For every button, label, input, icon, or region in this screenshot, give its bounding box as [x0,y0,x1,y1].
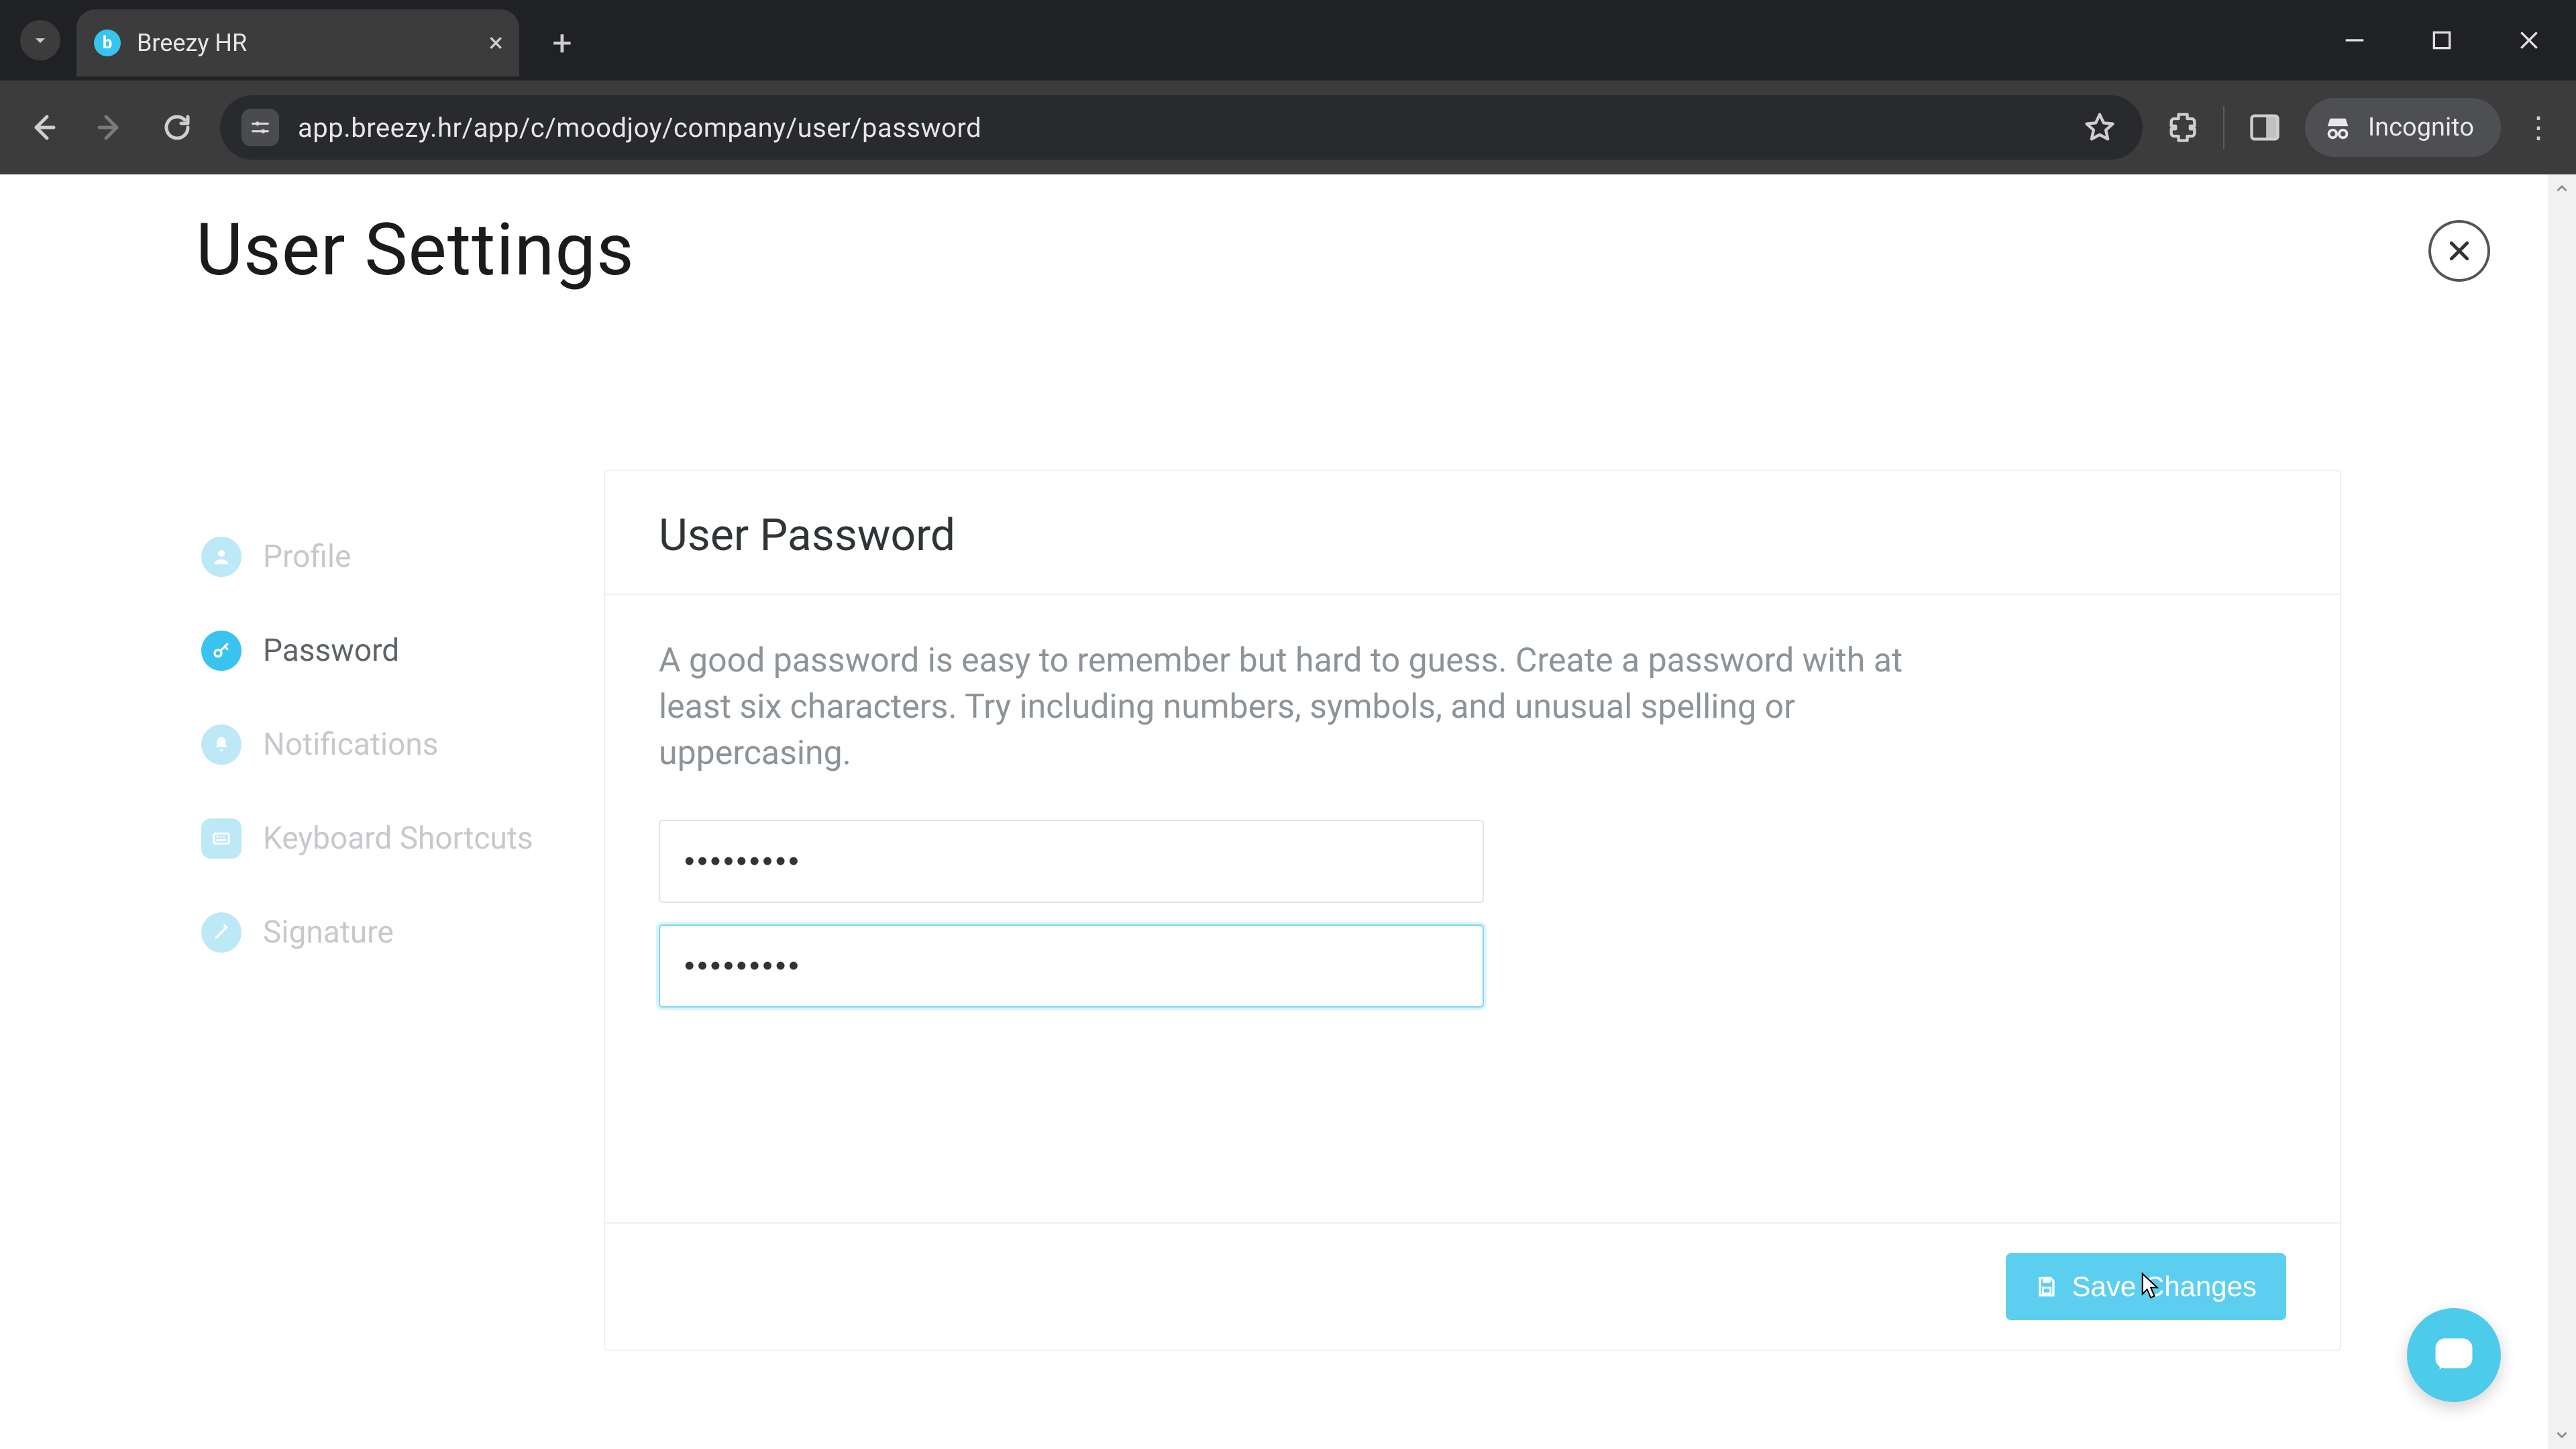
save-icon [2035,1275,2058,1298]
sidebar-item-label: Notifications [263,727,439,763]
close-settings-button[interactable] [2428,220,2490,282]
sidebar-item-notifications[interactable]: Notifications [201,724,577,765]
window-controls [2334,0,2576,60]
tab-favicon: b [94,30,121,56]
browser-titlebar: b Breezy HR × + [0,0,2576,80]
window-minimize-button[interactable] [2334,20,2375,60]
window-maximize-button[interactable] [2422,20,2462,60]
scroll-up-arrow-icon[interactable] [2548,174,2576,203]
bell-icon [201,724,241,765]
keyboard-icon [201,818,241,859]
address-bar[interactable]: app.breezy.hr/app/c/moodjoy/company/user… [220,95,2143,160]
browser-toolbar: app.breezy.hr/app/c/moodjoy/company/user… [0,80,2576,174]
toolbar-separator [2223,106,2224,149]
password-help-text: A good password is easy to remember but … [659,638,1907,777]
save-changes-button[interactable]: Save Changes [2006,1253,2286,1320]
sidebar-item-signature[interactable]: Signature [201,912,577,953]
url-text: app.breezy.hr/app/c/moodjoy/company/user… [298,112,981,144]
chat-fab[interactable] [2407,1308,2501,1402]
sidebar-item-keyboard-shortcuts[interactable]: Keyboard Shortcuts [201,818,577,859]
sidebar-item-label: Signature [263,914,394,951]
extensions-icon[interactable] [2161,106,2204,149]
vertical-scrollbar[interactable] [2548,174,2576,1449]
settings-sidebar: Profile Password Notifications [201,537,577,953]
nav-reload-button[interactable] [153,103,201,152]
browser-menu-button[interactable]: ⋮ [2520,110,2557,145]
incognito-label: Incognito [2368,113,2474,142]
new-tab-button[interactable]: + [538,19,586,67]
sidebar-item-password[interactable]: Password [201,631,577,671]
sidebar-item-label: Password [263,633,399,669]
new-password-input[interactable] [659,820,1484,903]
browser-tab-active[interactable]: b Breezy HR × [76,9,519,76]
page-title: User Settings [196,208,635,292]
incognito-icon [2322,112,2353,143]
tab-title: Breezy HR [137,29,247,57]
key-icon [201,631,241,671]
save-button-label: Save Changes [2072,1271,2257,1303]
sidebar-item-label: Profile [263,539,351,575]
card-title: User Password [605,471,2340,594]
window-close-button[interactable] [2509,20,2549,60]
nav-forward-button[interactable] [86,103,134,152]
scroll-down-arrow-icon[interactable] [2548,1421,2576,1449]
user-icon [201,537,241,577]
chat-icon [2432,1334,2475,1377]
page-viewport: User Settings Profile Password [0,174,2576,1449]
tab-search-dropdown[interactable] [20,20,60,60]
sidebar-item-profile[interactable]: Profile [201,537,577,577]
incognito-indicator[interactable]: Incognito [2305,98,2501,157]
confirm-password-input[interactable] [659,924,1484,1008]
site-info-button[interactable] [241,109,279,146]
nav-back-button[interactable] [19,103,67,152]
close-icon [2446,237,2473,264]
sidebar-item-label: Keyboard Shortcuts [263,820,533,857]
sidepanel-icon[interactable] [2243,106,2286,149]
pencil-icon [201,912,241,953]
tab-close-button[interactable]: × [489,30,503,56]
bookmark-star-icon[interactable] [2078,106,2121,149]
password-card: User Password A good password is easy to… [604,470,2341,1351]
